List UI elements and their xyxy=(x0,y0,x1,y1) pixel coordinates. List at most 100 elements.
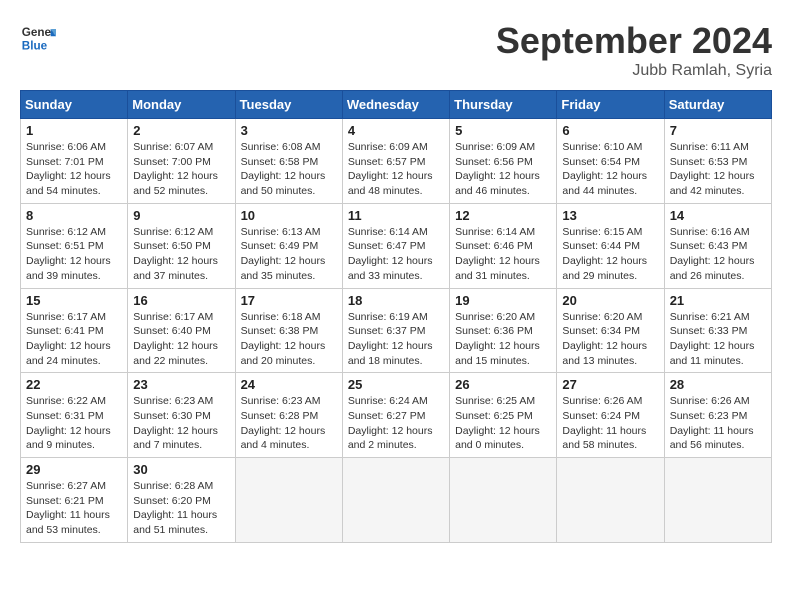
day-number: 10 xyxy=(241,208,337,223)
day-number: 24 xyxy=(241,377,337,392)
calendar-cell: 9 Sunrise: 6:12 AM Sunset: 6:50 PM Dayli… xyxy=(128,203,235,288)
day-number: 28 xyxy=(670,377,766,392)
header-day-friday: Friday xyxy=(557,91,664,119)
header-row: SundayMondayTuesdayWednesdayThursdayFrid… xyxy=(21,91,772,119)
day-number: 27 xyxy=(562,377,658,392)
calendar-cell: 13 Sunrise: 6:15 AM Sunset: 6:44 PM Dayl… xyxy=(557,203,664,288)
day-number: 3 xyxy=(241,123,337,138)
calendar-cell: 12 Sunrise: 6:14 AM Sunset: 6:46 PM Dayl… xyxy=(450,203,557,288)
day-info: Sunrise: 6:09 AM Sunset: 6:57 PM Dayligh… xyxy=(348,140,444,199)
day-info: Sunrise: 6:13 AM Sunset: 6:49 PM Dayligh… xyxy=(241,225,337,284)
day-info: Sunrise: 6:28 AM Sunset: 6:20 PM Dayligh… xyxy=(133,479,229,538)
logo-icon: General Blue xyxy=(20,20,56,56)
calendar-cell: 2 Sunrise: 6:07 AM Sunset: 7:00 PM Dayli… xyxy=(128,119,235,204)
day-info: Sunrise: 6:14 AM Sunset: 6:47 PM Dayligh… xyxy=(348,225,444,284)
day-info: Sunrise: 6:24 AM Sunset: 6:27 PM Dayligh… xyxy=(348,394,444,453)
month-title: September 2024 xyxy=(496,20,772,62)
calendar-cell: 15 Sunrise: 6:17 AM Sunset: 6:41 PM Dayl… xyxy=(21,288,128,373)
day-number: 4 xyxy=(348,123,444,138)
week-row-1: 1 Sunrise: 6:06 AM Sunset: 7:01 PM Dayli… xyxy=(21,119,772,204)
day-number: 19 xyxy=(455,293,551,308)
day-number: 18 xyxy=(348,293,444,308)
day-info: Sunrise: 6:19 AM Sunset: 6:37 PM Dayligh… xyxy=(348,310,444,369)
day-info: Sunrise: 6:26 AM Sunset: 6:24 PM Dayligh… xyxy=(562,394,658,453)
calendar-cell xyxy=(342,458,449,543)
calendar-cell: 7 Sunrise: 6:11 AM Sunset: 6:53 PM Dayli… xyxy=(664,119,771,204)
day-info: Sunrise: 6:15 AM Sunset: 6:44 PM Dayligh… xyxy=(562,225,658,284)
calendar-cell xyxy=(557,458,664,543)
day-info: Sunrise: 6:16 AM Sunset: 6:43 PM Dayligh… xyxy=(670,225,766,284)
day-info: Sunrise: 6:09 AM Sunset: 6:56 PM Dayligh… xyxy=(455,140,551,199)
day-number: 21 xyxy=(670,293,766,308)
day-number: 1 xyxy=(26,123,122,138)
calendar-cell: 30 Sunrise: 6:28 AM Sunset: 6:20 PM Dayl… xyxy=(128,458,235,543)
calendar-cell: 29 Sunrise: 6:27 AM Sunset: 6:21 PM Dayl… xyxy=(21,458,128,543)
day-info: Sunrise: 6:21 AM Sunset: 6:33 PM Dayligh… xyxy=(670,310,766,369)
day-info: Sunrise: 6:27 AM Sunset: 6:21 PM Dayligh… xyxy=(26,479,122,538)
header-day-thursday: Thursday xyxy=(450,91,557,119)
calendar-cell: 6 Sunrise: 6:10 AM Sunset: 6:54 PM Dayli… xyxy=(557,119,664,204)
calendar-cell: 5 Sunrise: 6:09 AM Sunset: 6:56 PM Dayli… xyxy=(450,119,557,204)
calendar-cell: 17 Sunrise: 6:18 AM Sunset: 6:38 PM Dayl… xyxy=(235,288,342,373)
day-number: 30 xyxy=(133,462,229,477)
calendar-cell: 28 Sunrise: 6:26 AM Sunset: 6:23 PM Dayl… xyxy=(664,373,771,458)
header-day-monday: Monday xyxy=(128,91,235,119)
header-day-sunday: Sunday xyxy=(21,91,128,119)
day-info: Sunrise: 6:23 AM Sunset: 6:28 PM Dayligh… xyxy=(241,394,337,453)
day-info: Sunrise: 6:06 AM Sunset: 7:01 PM Dayligh… xyxy=(26,140,122,199)
svg-text:Blue: Blue xyxy=(22,40,48,53)
calendar-cell: 14 Sunrise: 6:16 AM Sunset: 6:43 PM Dayl… xyxy=(664,203,771,288)
location-title: Jubb Ramlah, Syria xyxy=(496,62,772,80)
header-day-wednesday: Wednesday xyxy=(342,91,449,119)
day-number: 17 xyxy=(241,293,337,308)
day-info: Sunrise: 6:23 AM Sunset: 6:30 PM Dayligh… xyxy=(133,394,229,453)
day-number: 5 xyxy=(455,123,551,138)
header-day-saturday: Saturday xyxy=(664,91,771,119)
day-info: Sunrise: 6:12 AM Sunset: 6:51 PM Dayligh… xyxy=(26,225,122,284)
logo: General Blue xyxy=(20,20,56,56)
page-header: General Blue September 2024 Jubb Ramlah,… xyxy=(20,20,772,80)
calendar-cell: 19 Sunrise: 6:20 AM Sunset: 6:36 PM Dayl… xyxy=(450,288,557,373)
day-number: 29 xyxy=(26,462,122,477)
day-number: 20 xyxy=(562,293,658,308)
day-number: 15 xyxy=(26,293,122,308)
day-number: 9 xyxy=(133,208,229,223)
day-info: Sunrise: 6:22 AM Sunset: 6:31 PM Dayligh… xyxy=(26,394,122,453)
calendar-cell: 25 Sunrise: 6:24 AM Sunset: 6:27 PM Dayl… xyxy=(342,373,449,458)
calendar-cell: 10 Sunrise: 6:13 AM Sunset: 6:49 PM Dayl… xyxy=(235,203,342,288)
calendar-cell: 11 Sunrise: 6:14 AM Sunset: 6:47 PM Dayl… xyxy=(342,203,449,288)
calendar-cell: 16 Sunrise: 6:17 AM Sunset: 6:40 PM Dayl… xyxy=(128,288,235,373)
calendar-cell: 3 Sunrise: 6:08 AM Sunset: 6:58 PM Dayli… xyxy=(235,119,342,204)
week-row-2: 8 Sunrise: 6:12 AM Sunset: 6:51 PM Dayli… xyxy=(21,203,772,288)
calendar-cell: 1 Sunrise: 6:06 AM Sunset: 7:01 PM Dayli… xyxy=(21,119,128,204)
day-number: 22 xyxy=(26,377,122,392)
day-info: Sunrise: 6:17 AM Sunset: 6:40 PM Dayligh… xyxy=(133,310,229,369)
day-number: 13 xyxy=(562,208,658,223)
week-row-5: 29 Sunrise: 6:27 AM Sunset: 6:21 PM Dayl… xyxy=(21,458,772,543)
calendar-cell: 23 Sunrise: 6:23 AM Sunset: 6:30 PM Dayl… xyxy=(128,373,235,458)
day-number: 23 xyxy=(133,377,229,392)
calendar-cell: 20 Sunrise: 6:20 AM Sunset: 6:34 PM Dayl… xyxy=(557,288,664,373)
day-info: Sunrise: 6:12 AM Sunset: 6:50 PM Dayligh… xyxy=(133,225,229,284)
calendar-cell xyxy=(664,458,771,543)
title-area: September 2024 Jubb Ramlah, Syria xyxy=(496,20,772,80)
calendar-cell: 27 Sunrise: 6:26 AM Sunset: 6:24 PM Dayl… xyxy=(557,373,664,458)
calendar-cell: 8 Sunrise: 6:12 AM Sunset: 6:51 PM Dayli… xyxy=(21,203,128,288)
day-number: 14 xyxy=(670,208,766,223)
day-info: Sunrise: 6:14 AM Sunset: 6:46 PM Dayligh… xyxy=(455,225,551,284)
calendar-cell: 26 Sunrise: 6:25 AM Sunset: 6:25 PM Dayl… xyxy=(450,373,557,458)
calendar-cell xyxy=(235,458,342,543)
day-number: 11 xyxy=(348,208,444,223)
day-info: Sunrise: 6:08 AM Sunset: 6:58 PM Dayligh… xyxy=(241,140,337,199)
day-number: 7 xyxy=(670,123,766,138)
day-info: Sunrise: 6:25 AM Sunset: 6:25 PM Dayligh… xyxy=(455,394,551,453)
calendar-table: SundayMondayTuesdayWednesdayThursdayFrid… xyxy=(20,90,772,543)
day-info: Sunrise: 6:17 AM Sunset: 6:41 PM Dayligh… xyxy=(26,310,122,369)
calendar-cell: 21 Sunrise: 6:21 AM Sunset: 6:33 PM Dayl… xyxy=(664,288,771,373)
day-info: Sunrise: 6:11 AM Sunset: 6:53 PM Dayligh… xyxy=(670,140,766,199)
week-row-4: 22 Sunrise: 6:22 AM Sunset: 6:31 PM Dayl… xyxy=(21,373,772,458)
week-row-3: 15 Sunrise: 6:17 AM Sunset: 6:41 PM Dayl… xyxy=(21,288,772,373)
calendar-cell: 4 Sunrise: 6:09 AM Sunset: 6:57 PM Dayli… xyxy=(342,119,449,204)
calendar-cell: 18 Sunrise: 6:19 AM Sunset: 6:37 PM Dayl… xyxy=(342,288,449,373)
header-day-tuesday: Tuesday xyxy=(235,91,342,119)
